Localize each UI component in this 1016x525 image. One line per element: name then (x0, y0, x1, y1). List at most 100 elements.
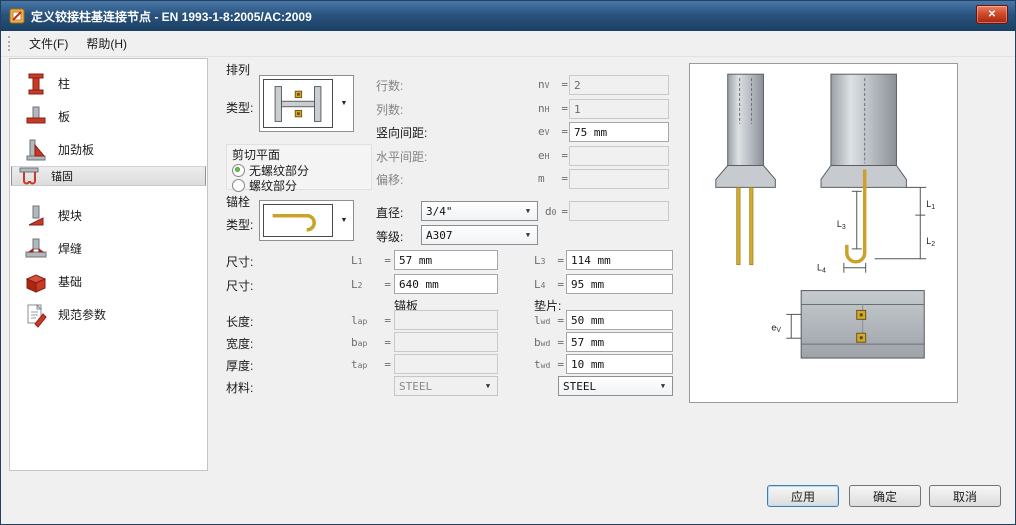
size-label-2: 尺寸: (226, 279, 254, 293)
sidebar-item-code-parameters[interactable]: 规范参数 (11, 298, 206, 331)
d0-symbol: d 0 = (545, 205, 568, 218)
shear-option-unthreaded[interactable]: 无螺纹部分 (232, 163, 366, 178)
sidebar-item-weld[interactable]: 焊缝 (11, 232, 206, 265)
menu-grip (8, 36, 13, 51)
L4-symbol: L 4 = (534, 278, 564, 291)
shear-option-threaded[interactable]: 螺纹部分 (232, 178, 366, 193)
lwd-symbol: l wd = (534, 314, 564, 327)
d0-input (569, 201, 669, 221)
anchor-type-label: 类型: (226, 218, 254, 232)
svg-text:L2: L2 (926, 236, 935, 248)
sidebar-item-label: 锚固 (51, 170, 73, 183)
rows-count-symbol: n V = (538, 78, 568, 91)
wedge-icon (28, 205, 44, 225)
sidebar-item-wedge[interactable]: 楔块 (11, 199, 206, 232)
chevron-down-icon: ▼ (660, 382, 666, 390)
washer-material-select[interactable]: STEEL ▼ (558, 376, 673, 396)
cancel-button[interactable]: 取消 (929, 485, 1001, 507)
L3-input[interactable] (566, 250, 673, 270)
vertical-spacing-input[interactable] (569, 122, 669, 142)
stiffener-icon (26, 139, 46, 160)
apply-button[interactable]: 应用 (767, 485, 839, 507)
sidebar-item-label: 规范参数 (58, 308, 107, 322)
material-label: 材料: (226, 381, 254, 395)
title-bar[interactable]: 定义铰接柱基连接节点 - EN 1993-1-8:2005/AC:2009 ✕ (1, 1, 1015, 31)
sidebar-item-stiffener[interactable]: 加劲板 (11, 133, 206, 166)
L1-input[interactable] (394, 250, 498, 270)
rows-count-input (569, 75, 669, 95)
cols-count-symbol: n H = (538, 102, 568, 115)
app-icon (9, 8, 25, 24)
washer-title: 垫片: (534, 299, 562, 313)
anchorage-icon (19, 167, 39, 185)
radio-icon[interactable] (232, 164, 245, 177)
sidebar-item-column[interactable]: 柱 (11, 67, 206, 100)
anchor-plate-material-select: STEEL ▼ (394, 376, 498, 396)
ok-button[interactable]: 确定 (849, 485, 921, 507)
washer-material-value: STEEL (563, 379, 597, 393)
twd-input[interactable] (566, 354, 673, 374)
lap-input (394, 310, 498, 330)
length-label: 长度: (226, 315, 254, 329)
menu-help[interactable]: 帮助(H) (77, 32, 136, 55)
sidebar-item-label: 基础 (58, 275, 83, 289)
diameter-label: 直径: (376, 206, 404, 220)
shear-plane-title: 剪切平面 (232, 148, 281, 162)
sidebar-item-foundation[interactable]: 基础 (11, 265, 206, 298)
column-base-drawing: L1 L2 L3 L4 eV (715, 73, 935, 359)
grade-value: A307 (426, 228, 453, 242)
plate-icon (26, 106, 46, 123)
sidebar-item-plate[interactable]: 板 (11, 100, 206, 133)
bwd-symbol: b wd = (534, 336, 564, 349)
lap-symbol: l ap = (351, 314, 391, 327)
svg-text:eV: eV (771, 322, 781, 334)
main-form: 排列 类型: ▼ 行数: nV= 列数: nH= 竖向间距: (216, 58, 682, 471)
anchor-type-combo[interactable]: ▼ (259, 200, 354, 241)
L2-symbol: L 2 = (351, 278, 391, 291)
code-parameters-icon (27, 303, 47, 328)
rows-count-label: 行数: (376, 79, 404, 93)
arrangement-section-title: 排列 (226, 63, 251, 77)
L1-symbol: L 1 = (351, 254, 391, 267)
svg-text:L4: L4 (817, 263, 826, 275)
tap-symbol: t ap = (351, 358, 391, 371)
sidebar-item-anchorage[interactable]: 锚固 (11, 166, 206, 186)
svg-text:L1: L1 (926, 199, 935, 211)
width-label: 宽度: (226, 337, 254, 351)
diameter-value: 3/4" (426, 204, 453, 218)
diameter-select[interactable]: 3/4" ▼ (421, 201, 538, 221)
chevron-down-icon: ▼ (340, 100, 348, 107)
anchor-section-title: 锚栓 (226, 195, 251, 209)
bwd-input[interactable] (566, 332, 673, 352)
arrangement-type-label: 类型: (226, 101, 254, 115)
size-label-1: 尺寸: (226, 255, 254, 269)
bap-input (394, 332, 498, 352)
twd-symbol: t wd = (534, 358, 564, 371)
cols-count-label: 列数: (376, 103, 404, 117)
window-title: 定义铰接柱基连接节点 - EN 1993-1-8:2005/AC:2009 (31, 9, 312, 24)
sidebar-item-label: 板 (58, 110, 71, 124)
arrangement-type-combo[interactable]: ▼ (259, 75, 354, 132)
dialog-window: 定义铰接柱基连接节点 - EN 1993-1-8:2005/AC:2009 ✕ … (0, 0, 1016, 525)
close-button[interactable]: ✕ (976, 5, 1008, 24)
menu-file[interactable]: 文件(F) (20, 32, 77, 55)
vertical-spacing-symbol: e V = (538, 125, 568, 138)
lwd-input[interactable] (566, 310, 673, 330)
chevron-down-icon: ▼ (525, 207, 531, 215)
offset-label: 偏移: (376, 173, 404, 187)
sidebar-item-label: 焊缝 (58, 242, 83, 256)
menu-bar: 文件(F) 帮助(H) (1, 31, 1015, 57)
bap-symbol: b ap = (351, 336, 391, 349)
grade-select[interactable]: A307 ▼ (421, 225, 538, 245)
L4-input[interactable] (566, 274, 673, 294)
thickness-label: 厚度: (226, 359, 254, 373)
chevron-down-icon: ▼ (485, 382, 491, 390)
anchor-plate-material-value: STEEL (399, 379, 433, 393)
foundation-icon (25, 273, 47, 293)
horizontal-spacing-symbol: e H = (538, 149, 568, 162)
L3-symbol: L 3 = (534, 254, 564, 267)
chevron-down-icon: ▼ (525, 231, 531, 239)
L2-input[interactable] (394, 274, 498, 294)
radio-icon[interactable] (232, 179, 245, 192)
sidebar-item-label: 加劲板 (58, 143, 95, 157)
